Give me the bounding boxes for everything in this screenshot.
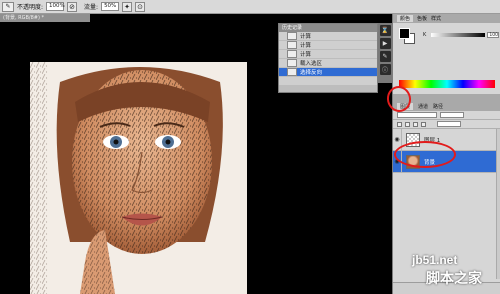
tab-channels[interactable]: 通道: [418, 103, 428, 110]
pressure-size-icon[interactable]: ⊙: [135, 1, 146, 12]
history-panel-footer: [279, 85, 377, 92]
airbrush-icon[interactable]: ✦: [122, 1, 133, 12]
k-slider[interactable]: [431, 33, 485, 37]
portrait-image: [30, 62, 247, 294]
flow-field[interactable]: 50%: [101, 2, 120, 11]
brushes-panel-icon[interactable]: ✎: [379, 51, 391, 62]
history-panel: 历史记录 计算 计算 计算 载入选区 选择反向: [278, 23, 378, 93]
color-panel: K 100: [393, 24, 500, 88]
foreground-color-swatch[interactable]: [399, 28, 410, 39]
fill-field[interactable]: [437, 121, 461, 127]
layers-scrollbar[interactable]: [496, 129, 500, 279]
tab-swatches[interactable]: 色板: [417, 15, 427, 22]
photoshop-window: ✎ 不透明度: 100% ⊘ 流量: 50% ✦ ⊙ (背景, RGB/8#) …: [0, 0, 500, 294]
history-step-icon: [287, 41, 297, 49]
lock-all-icon[interactable]: [421, 121, 426, 127]
history-item[interactable]: 载入选区: [279, 59, 377, 68]
layer-opacity-field[interactable]: [440, 112, 464, 118]
lock-row: [393, 120, 500, 129]
history-item[interactable]: 计算: [279, 41, 377, 50]
history-item[interactable]: 计算: [279, 32, 377, 41]
opacity-label: 不透明度:: [17, 4, 44, 11]
history-item-selected[interactable]: 选择反向: [279, 68, 377, 77]
lock-position-icon[interactable]: [413, 121, 418, 127]
history-step-icon: [287, 32, 297, 40]
annotation-circle-background-layer: [394, 141, 456, 168]
document-tab[interactable]: (背景, RGB/8#) *: [0, 14, 90, 22]
color-spectrum-bar[interactable]: [399, 80, 495, 88]
opacity-field[interactable]: 100%: [46, 2, 65, 11]
info-panel-icon[interactable]: ⓘ: [379, 64, 391, 75]
panel-icon-strip: ⌛ ▶ ✎ ⓘ: [378, 23, 392, 83]
watermark-domain: jb51.net: [412, 253, 458, 267]
color-panel-tabs: 颜色 色板 样式: [393, 14, 500, 23]
history-panel-title: 历史记录: [279, 24, 377, 32]
history-panel-icon[interactable]: ⌛: [379, 25, 391, 36]
canvas-image[interactable]: [30, 62, 247, 294]
pressure-opacity-icon[interactable]: ⊘: [67, 1, 78, 12]
options-bar: ✎ 不透明度: 100% ⊘ 流量: 50% ✦ ⊙: [0, 0, 500, 14]
blend-mode-select[interactable]: [397, 112, 437, 118]
history-step-icon: [287, 68, 297, 76]
tab-paths[interactable]: 路径: [433, 103, 443, 110]
history-item[interactable]: 计算: [279, 50, 377, 59]
history-step-icon: [287, 50, 297, 58]
actions-panel-icon[interactable]: ▶: [379, 38, 391, 49]
tab-styles[interactable]: 样式: [431, 15, 441, 22]
k-value-field[interactable]: 100: [487, 32, 499, 38]
watermark-name: 脚本之家: [426, 271, 482, 287]
lock-transparent-icon[interactable]: [397, 121, 402, 127]
brush-tool-icon[interactable]: ✎: [2, 1, 14, 12]
blend-mode-row: [393, 111, 500, 120]
history-step-icon: [287, 59, 297, 67]
k-slider-label: K: [423, 32, 427, 38]
tab-color[interactable]: 颜色: [397, 15, 414, 22]
flow-label: 流量:: [84, 4, 99, 11]
lock-pixels-icon[interactable]: [405, 121, 410, 127]
